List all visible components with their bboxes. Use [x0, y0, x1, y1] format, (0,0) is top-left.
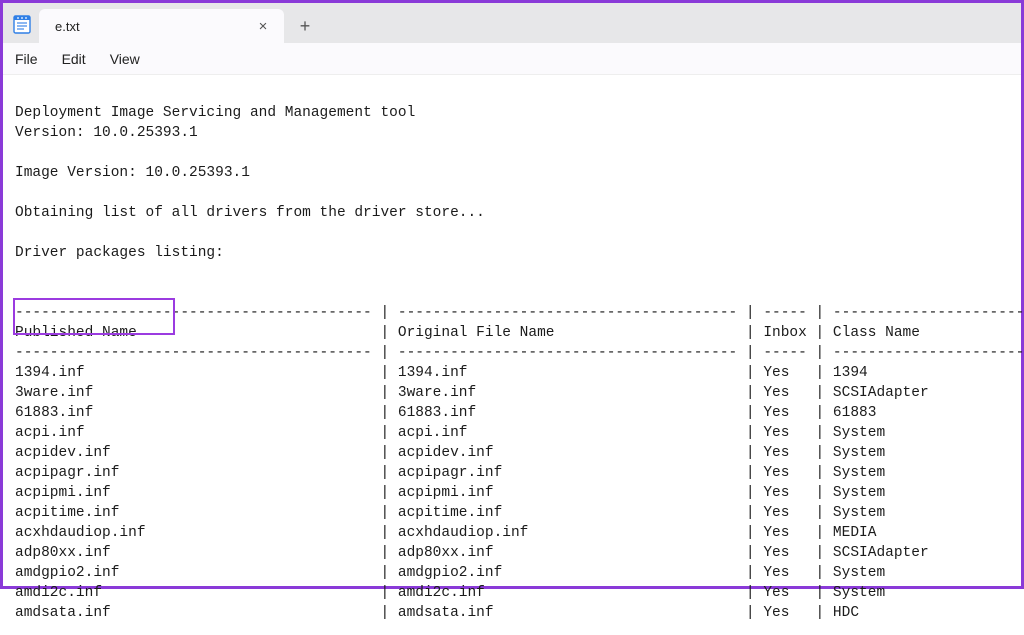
title-bar: e.txt × + — [3, 3, 1021, 43]
tab-title: e.txt — [49, 19, 252, 34]
tab-etxt[interactable]: e.txt × — [39, 9, 284, 43]
text-content[interactable]: Deployment Image Servicing and Managemen… — [3, 75, 1021, 635]
new-tab-button[interactable]: + — [288, 9, 322, 43]
menu-file[interactable]: File — [15, 51, 38, 67]
notepad-icon — [11, 13, 33, 35]
menu-view[interactable]: View — [110, 51, 140, 67]
menu-edit[interactable]: Edit — [62, 51, 86, 67]
close-icon[interactable]: × — [252, 15, 274, 37]
menu-bar: File Edit View — [3, 43, 1021, 75]
